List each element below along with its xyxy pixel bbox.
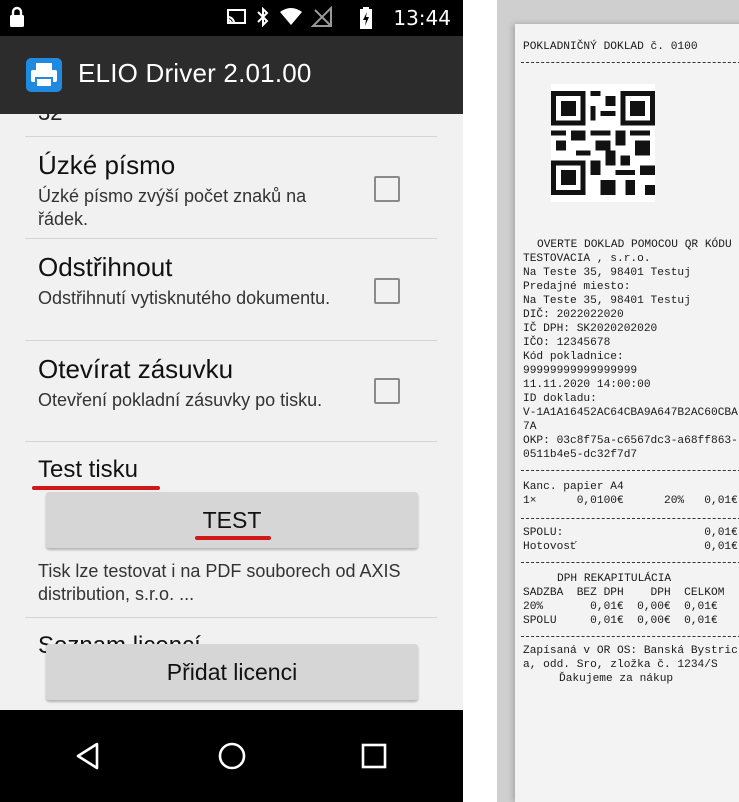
open-drawer-checkbox[interactable] xyxy=(374,378,400,404)
divider xyxy=(25,441,437,442)
cast-icon xyxy=(227,9,246,24)
recent-apps-icon[interactable] xyxy=(352,734,396,778)
receipt-line: IČO: 12345678 xyxy=(523,337,611,349)
receipt-line: IČ DPH: SK2020202020 xyxy=(523,323,658,335)
divider xyxy=(25,238,437,239)
receipt-line: Na Teste 35, 98401 Testuj xyxy=(523,267,691,279)
receipt-line: Kanc. papier A4 xyxy=(523,481,624,493)
receipt-line: DIČ: 2022022020 xyxy=(523,309,624,321)
add-license-button-label: Přidat licenci xyxy=(166,658,298,685)
printer-icon xyxy=(26,58,62,92)
app-bar: ELIO Driver 2.01.00 xyxy=(0,36,463,114)
receipt-line: 1× 0,0100€ 20% 0,01€ xyxy=(523,495,738,507)
lock-icon xyxy=(8,6,26,33)
test-description: Tisk lze testovat i na PDF souborech od … xyxy=(38,561,401,605)
receipt-line: ID dokladu: xyxy=(523,393,597,405)
receipt-line: Hotovosť 0,01€ xyxy=(523,541,738,553)
cut-paper-checkbox[interactable] xyxy=(374,278,400,304)
app-title: ELIO Driver 2.01.00 xyxy=(78,58,312,88)
setting-subtitle: Otevření pokladní zásuvky po tisku. xyxy=(38,390,323,410)
battery-charging-icon xyxy=(359,6,373,35)
status-time: 13:44 xyxy=(393,6,451,30)
receipt-dash xyxy=(521,636,739,637)
divider xyxy=(25,136,437,137)
bluetooth-icon xyxy=(257,6,269,28)
partial-setting-value: 32 xyxy=(38,114,62,126)
wifi-icon xyxy=(280,8,302,25)
settings-list[interactable]: 32 Úzké písmo Úzké písmo zvýší počet zna… xyxy=(0,114,463,710)
status-bar: 13:44 xyxy=(0,0,463,36)
receipt-dash xyxy=(521,518,739,519)
receipt-line: Predajné miesto: xyxy=(523,281,631,293)
narrow-font-checkbox[interactable] xyxy=(374,176,400,202)
receipt-line: Ďakujeme za nákup xyxy=(559,673,674,685)
receipt-paper: POKLADNIČNÝ DOKLAD č. 0100 OVERTE DOKLAD… xyxy=(515,24,739,802)
receipt-line: OKP: 03c8f75a-c6567dc3-a68ff863- xyxy=(523,435,738,447)
red-underline-annotation xyxy=(32,486,160,490)
receipt-line: TESTOVACIA , s.r.o. xyxy=(523,253,651,265)
receipt-line: Na Teste 35, 98401 Testuj xyxy=(523,295,691,307)
receipt-line: 99999999999999999 xyxy=(523,365,638,377)
receipt-dash xyxy=(521,62,739,63)
setting-subtitle: Odstřihnutí vytisknutého dokumentu. xyxy=(38,288,331,308)
setting-subtitle: Úzké písmo zvýší počet znaků na řádek. xyxy=(38,186,307,229)
back-icon[interactable] xyxy=(66,734,110,778)
receipt-line: OVERTE DOKLAD POMOCOU QR KÓDU xyxy=(537,239,732,251)
receipt-line: 11.11.2020 14:00:00 xyxy=(523,379,651,391)
qr-code-icon xyxy=(551,84,655,202)
receipt-line: V-1A1A16452AC64CBA9A647B2AC60CBA xyxy=(523,407,738,419)
receipt-photo: POKLADNIČNÝ DOKLAD č. 0100 OVERTE DOKLAD… xyxy=(497,0,739,802)
receipt-dash xyxy=(521,562,739,563)
divider xyxy=(25,617,437,618)
add-license-button[interactable]: Přidat licenci xyxy=(46,644,418,700)
receipt-line: Zapísaná v OR OS: Banská Bystric xyxy=(523,645,738,657)
receipt-line: 7A xyxy=(523,421,537,433)
receipt-line: Kód pokladnice: xyxy=(523,351,624,363)
receipt-heading: POKLADNIČNÝ DOKLAD č. 0100 xyxy=(523,41,698,53)
no-signal-icon xyxy=(311,6,332,27)
receipt-line: 20% 0,01€ 0,00€ 0,01€ xyxy=(523,601,718,613)
receipt-line: SPOLU: 0,01€ xyxy=(523,527,738,539)
navigation-bar xyxy=(0,710,463,802)
receipt-line: 0511b4e5-dc32f7d7 xyxy=(523,449,638,461)
receipt-line: a, odd. Sro, zložka č. 1234/S xyxy=(523,659,718,671)
test-button-label: TEST xyxy=(202,506,262,533)
receipt-line: SADZBA BEZ DPH DPH CELKOM xyxy=(523,587,725,599)
test-print-section-title: Test tisku xyxy=(38,456,139,483)
status-icons xyxy=(225,6,333,28)
receipt-line: DPH REKAPITULÁCIA xyxy=(557,573,672,585)
phone-screenshot: 13:44 ELIO Driver 2.01.00 32 Úzké písmo … xyxy=(0,0,463,802)
receipt-line: SPOLU 0,01€ 0,00€ 0,01€ xyxy=(523,615,718,627)
home-icon[interactable] xyxy=(210,734,254,778)
divider xyxy=(25,340,437,341)
red-underline-annotation xyxy=(195,536,271,540)
receipt-dash xyxy=(521,470,739,471)
